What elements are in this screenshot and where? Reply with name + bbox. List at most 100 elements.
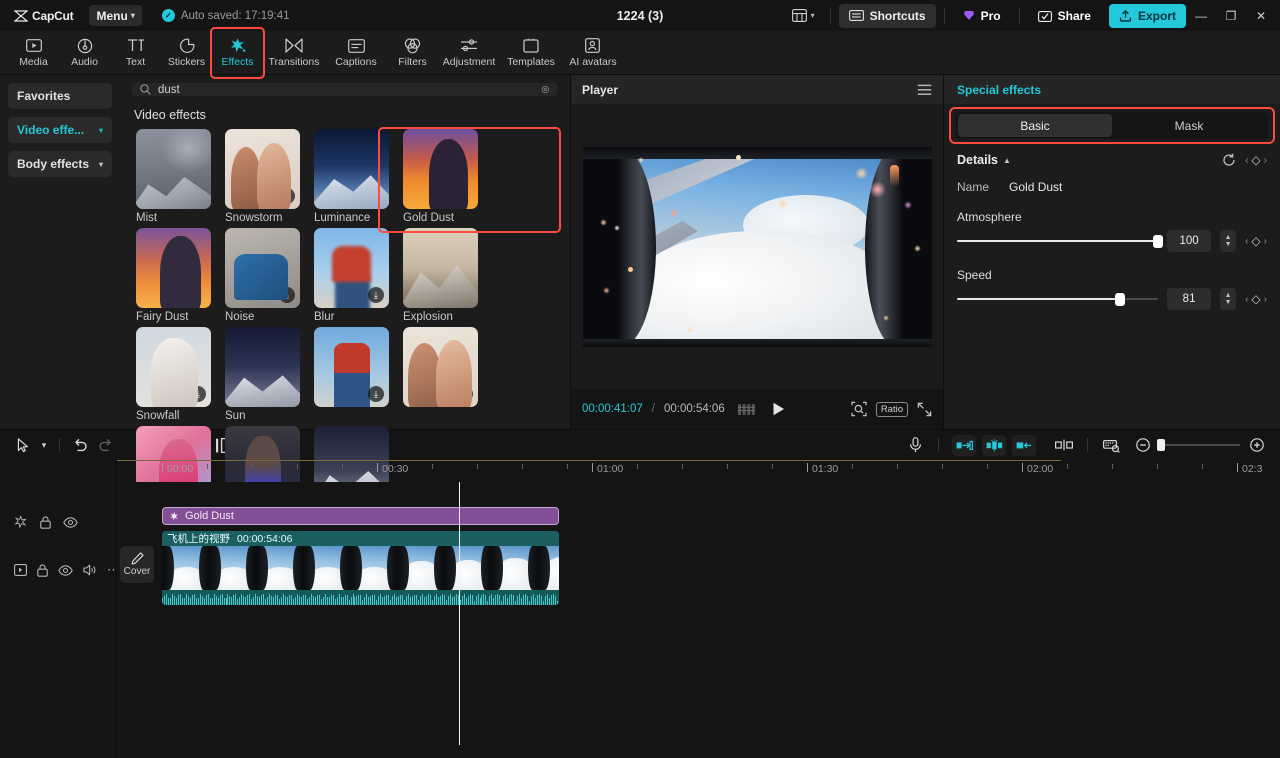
timeline-ruler[interactable]: 00:00 00:30 01:00 01:30 02:00 02:3	[0, 460, 1280, 482]
effect-thumbnail[interactable]: ⤓	[136, 327, 211, 407]
video-preview[interactable]	[583, 147, 932, 347]
frames-icon[interactable]	[738, 404, 755, 415]
lock-icon[interactable]	[40, 516, 51, 529]
next-keyframe-icon[interactable]: ›	[1264, 236, 1267, 247]
tool-audio[interactable]: Audio	[59, 32, 110, 74]
keyframe-control[interactable]: ‹ ◇ ›	[1245, 153, 1267, 167]
effect-item[interactable]: ⤓ Mist	[129, 129, 218, 224]
speed-value-input[interactable]: 81	[1167, 288, 1211, 310]
stepper-up-icon[interactable]: ▲	[1225, 292, 1232, 299]
effect-item[interactable]: ⤓ Noise	[218, 228, 307, 323]
effect-thumbnail[interactable]: ⤓	[314, 228, 389, 308]
effect-item[interactable]: ⤓ Snowstorm	[218, 129, 307, 224]
zoom-out-icon[interactable]	[1130, 433, 1156, 457]
auto-cut-end-icon[interactable]	[1012, 435, 1036, 456]
reset-icon[interactable]	[1222, 153, 1236, 167]
playhead[interactable]	[459, 482, 460, 745]
speed-keyframe-control[interactable]: ‹ ◇ ›	[1245, 292, 1267, 306]
download-icon[interactable]: ⤓	[457, 386, 473, 402]
category-video-effects[interactable]: Video effe... ▾	[8, 117, 112, 143]
player-menu-icon[interactable]	[917, 84, 932, 96]
download-icon[interactable]: ⤓	[279, 386, 295, 402]
effect-thumbnail[interactable]: ⤓	[314, 129, 389, 209]
share-button[interactable]: Share	[1028, 4, 1101, 28]
next-keyframe-icon[interactable]: ›	[1264, 294, 1267, 305]
menu-button[interactable]: Menu ▾	[89, 5, 141, 26]
visibility-icon[interactable]	[58, 565, 73, 576]
prev-keyframe-icon[interactable]: ‹	[1245, 236, 1248, 247]
ruler-ticks[interactable]: 00:00 00:30 01:00 01:30 02:00 02:3	[117, 460, 1280, 482]
effect-item[interactable]: ⤓ Luminance	[307, 129, 396, 224]
stepper-down-icon[interactable]: ▼	[1225, 299, 1232, 306]
atmosphere-keyframe-control[interactable]: ‹ ◇ ›	[1245, 234, 1267, 248]
search-bar[interactable]: dust ⊗	[132, 83, 558, 96]
cover-button[interactable]: Cover	[120, 546, 154, 583]
effect-item[interactable]: ⤓ Sun	[218, 327, 307, 422]
minimize-button[interactable]: —	[1186, 2, 1216, 30]
atmosphere-stepper[interactable]: ▲▼	[1220, 230, 1236, 252]
speed-slider[interactable]	[957, 292, 1158, 306]
visibility-icon[interactable]	[63, 517, 78, 528]
atmosphere-value-input[interactable]: 100	[1167, 230, 1211, 252]
effect-item[interactable]: ⤓ Explosion	[396, 228, 485, 323]
export-button[interactable]: Export	[1109, 4, 1186, 28]
ratio-button[interactable]: Ratio	[876, 402, 908, 417]
effect-item[interactable]: ⤓ Blur	[307, 228, 396, 323]
effect-item[interactable]: ⤓	[396, 327, 485, 422]
stepper-down-icon[interactable]: ▼	[1225, 241, 1232, 248]
shortcuts-button[interactable]: Shortcuts	[839, 4, 936, 28]
mirror-icon[interactable]	[1051, 433, 1077, 457]
tab-basic[interactable]: Basic	[958, 114, 1112, 137]
tool-media[interactable]: Media	[8, 32, 59, 74]
clear-search-icon[interactable]: ⊗	[541, 83, 550, 96]
tab-mask[interactable]: Mask	[1112, 114, 1266, 137]
zoom-fit-icon[interactable]	[851, 401, 867, 417]
tool-filters[interactable]: Filters	[387, 32, 438, 74]
download-icon[interactable]: ⤓	[368, 188, 384, 204]
speed-stepper[interactable]: ▲▼	[1220, 288, 1236, 310]
effect-thumbnail[interactable]: ⤓	[136, 129, 211, 209]
lock-icon[interactable]	[37, 564, 48, 577]
category-body-effects[interactable]: Body effects ▾	[8, 151, 112, 177]
layout-switch-button[interactable]: ▾	[785, 5, 822, 26]
effect-clip-gold-dust[interactable]: Gold Dust	[162, 507, 559, 525]
tool-ai-avatars[interactable]: AI avatars	[562, 32, 624, 74]
redo-icon[interactable]	[93, 433, 119, 457]
effect-item-gold-dust[interactable]: Gold Dust	[396, 129, 485, 224]
tool-transitions[interactable]: Transitions	[263, 32, 325, 74]
effect-item[interactable]: ⤓ Snowfall	[129, 327, 218, 422]
tool-effects[interactable]: Effects	[212, 32, 263, 74]
maximize-button[interactable]: ❐	[1216, 2, 1246, 30]
details-section-header[interactable]: Details ▲ ‹ ◇ ›	[944, 143, 1280, 167]
search-input[interactable]: dust	[158, 84, 534, 96]
select-tool-icon[interactable]	[10, 433, 36, 457]
category-favorites[interactable]: Favorites	[8, 83, 112, 109]
auto-cut-middle-icon[interactable]	[982, 435, 1006, 456]
keyframe-diamond-icon[interactable]: ◇	[1251, 292, 1260, 306]
download-icon[interactable]: ⤓	[368, 386, 384, 402]
record-voiceover-icon[interactable]	[902, 433, 928, 457]
effect-thumbnail[interactable]: ⤓	[403, 228, 478, 308]
download-icon[interactable]: ⤓	[190, 386, 206, 402]
effect-thumbnail[interactable]: ⤓	[225, 327, 300, 407]
effect-thumbnail[interactable]: ⤓	[225, 129, 300, 209]
download-icon[interactable]: ⤓	[279, 188, 295, 204]
prev-keyframe-icon[interactable]: ‹	[1245, 294, 1248, 305]
slider-knob[interactable]	[1153, 235, 1163, 248]
tool-text[interactable]: Text	[110, 32, 161, 74]
timeline-zoom-knob[interactable]	[1157, 439, 1165, 451]
effect-thumbnail[interactable]: ⤓	[403, 327, 478, 407]
pro-button[interactable]: Pro	[953, 4, 1011, 28]
stepper-up-icon[interactable]: ▲	[1225, 234, 1232, 241]
keyframe-diamond-icon[interactable]: ◇	[1251, 153, 1260, 167]
select-tool-dropdown-icon[interactable]: ▾	[36, 433, 52, 457]
slider-knob[interactable]	[1115, 293, 1125, 306]
prev-keyframe-icon[interactable]: ‹	[1245, 155, 1248, 166]
zoom-in-icon[interactable]	[1244, 433, 1270, 457]
manage-tracks-icon[interactable]	[1098, 433, 1124, 457]
effect-thumbnail[interactable]	[136, 228, 211, 308]
timeline-zoom-slider[interactable]	[1160, 444, 1240, 446]
effect-thumbnail[interactable]: ⤓	[314, 327, 389, 407]
tool-adjustment[interactable]: Adjustment	[438, 32, 500, 74]
download-icon[interactable]: ⤓	[368, 287, 384, 303]
